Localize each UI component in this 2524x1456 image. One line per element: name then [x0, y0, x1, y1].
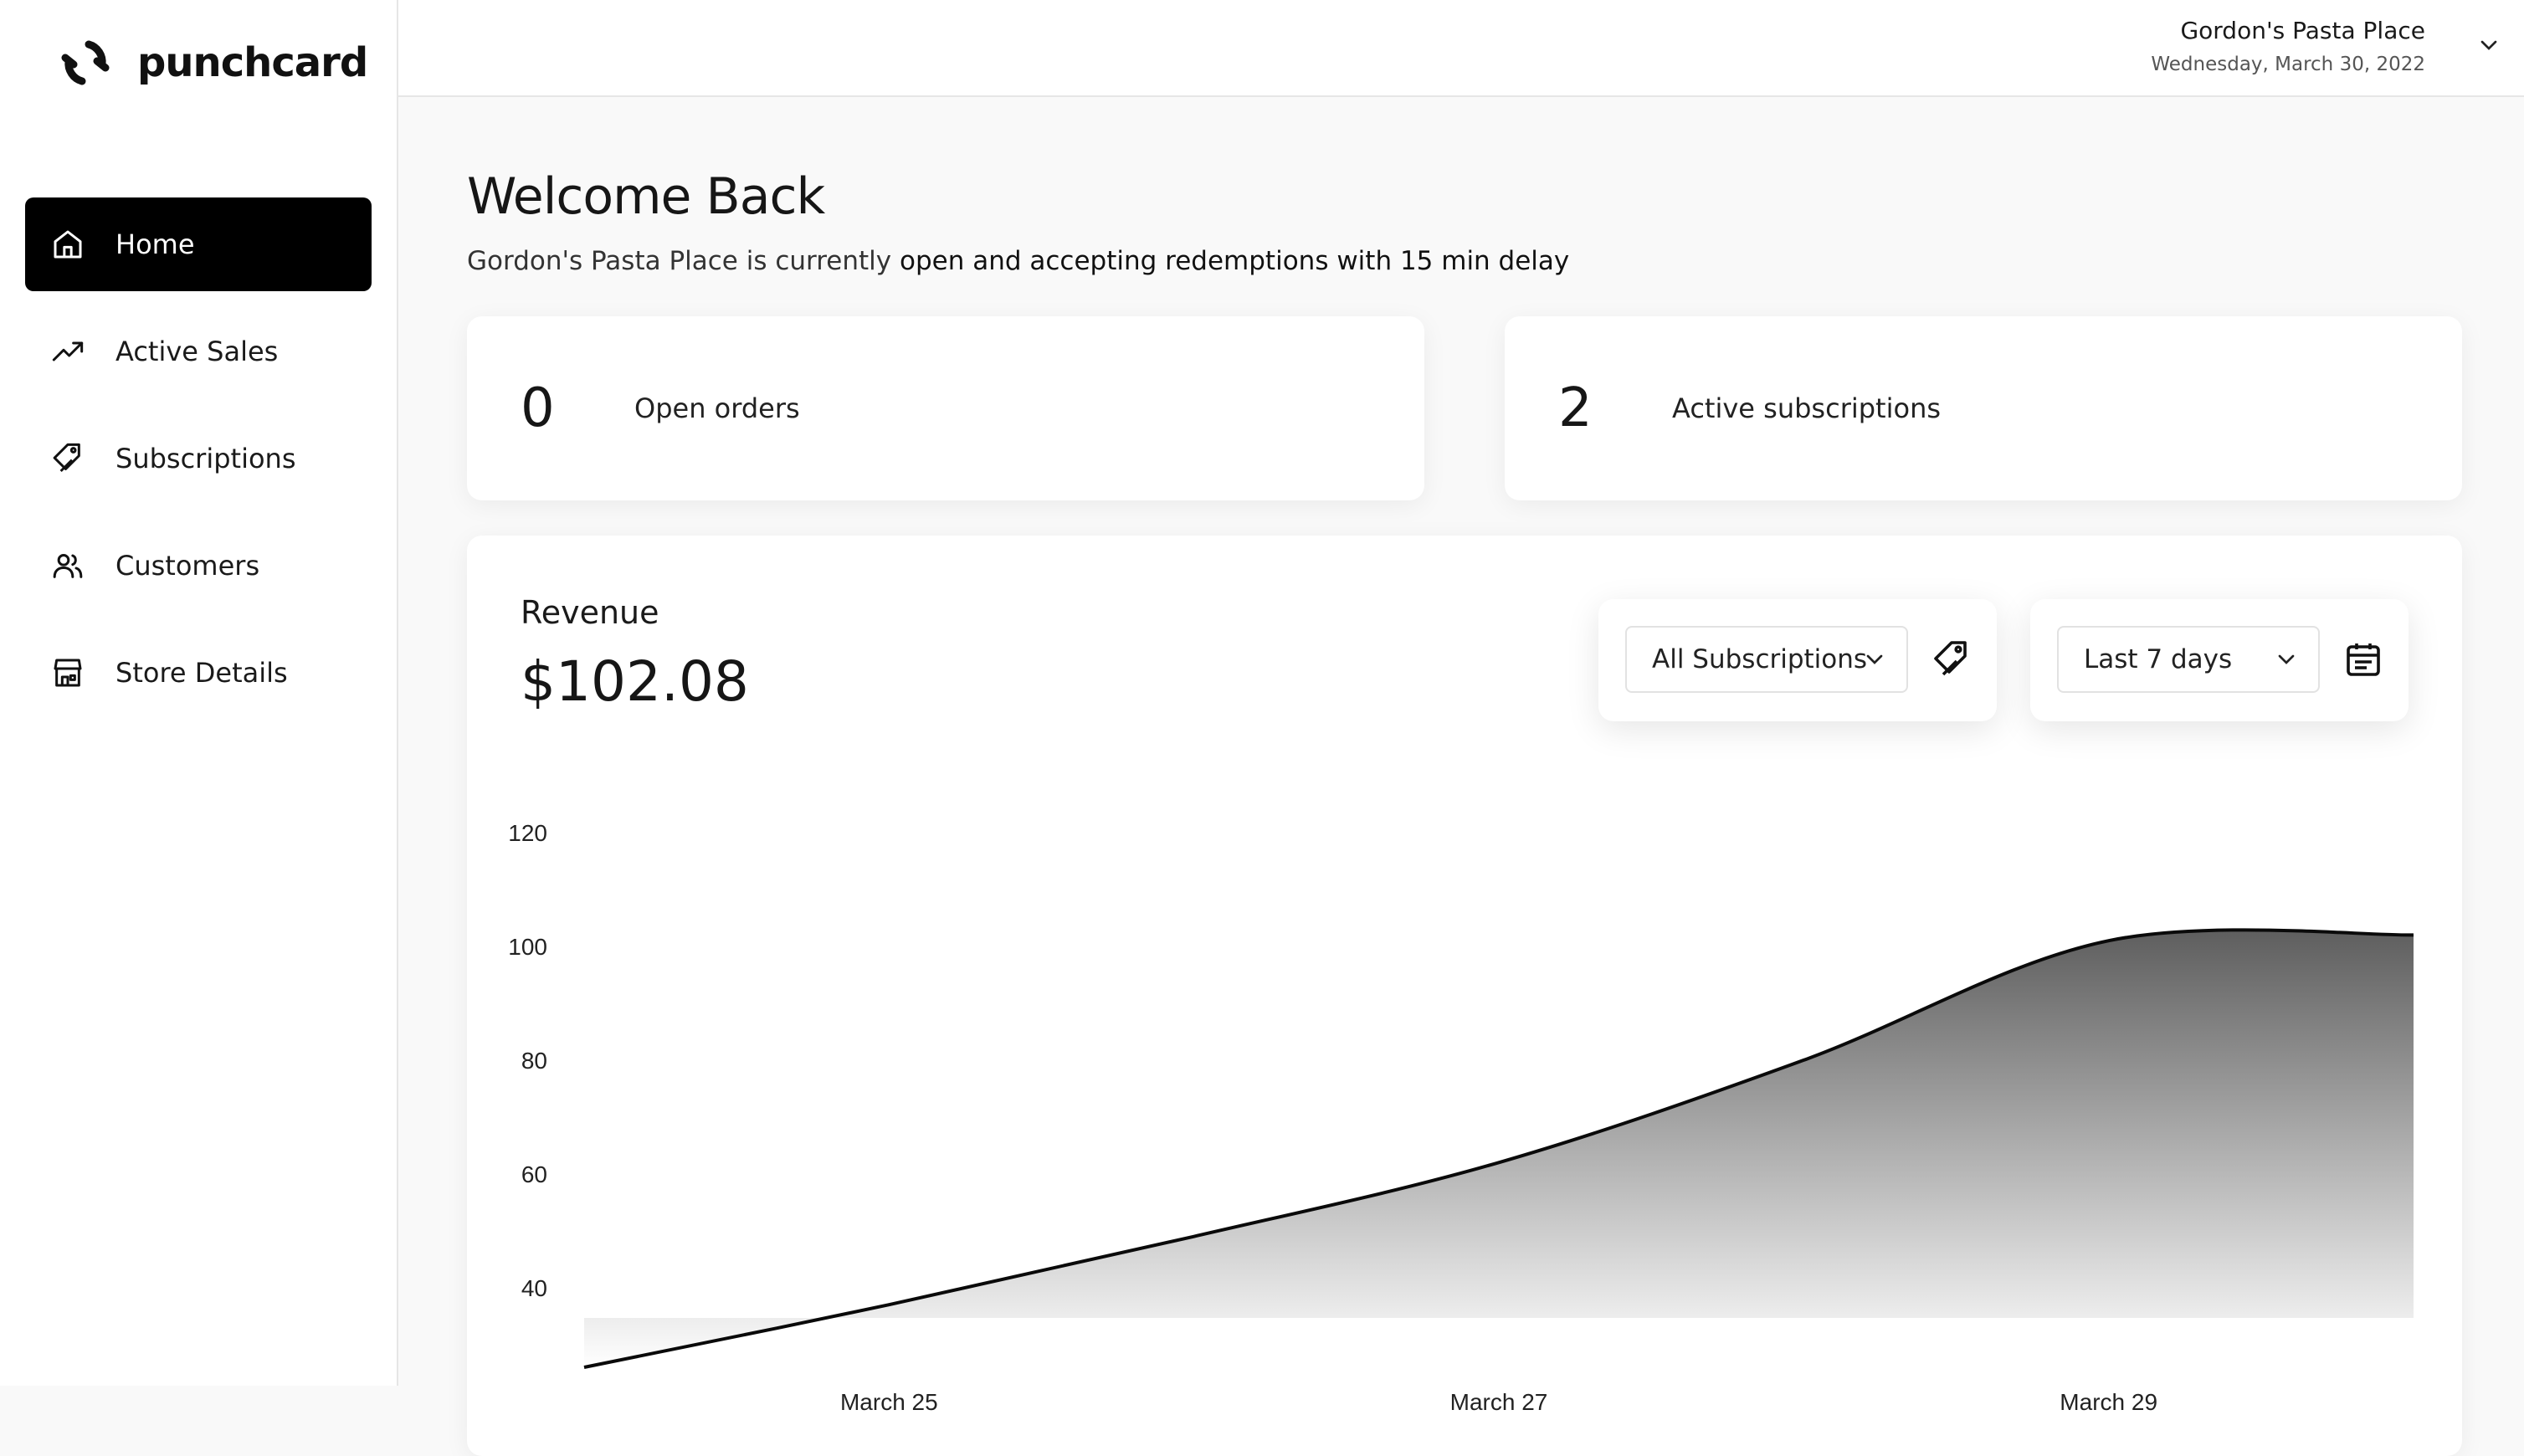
sidebar-nav: Home Active Sales Subscriptions Customer… — [25, 197, 372, 733]
store-status: Gordon's Pasta Place is currently open a… — [467, 246, 1569, 276]
revenue-amount: $102.08 — [521, 649, 749, 714]
page-title: Welcome Back — [467, 167, 825, 226]
y-tick-label: 100 — [508, 934, 547, 960]
status-prefix: Gordon's Pasta Place is currently — [467, 246, 892, 276]
chevron-down-icon — [2278, 654, 2295, 664]
stat-label: Active subscriptions — [1672, 392, 1942, 424]
date-filter-box: Last 7 days — [2030, 599, 2409, 721]
users-icon — [50, 548, 85, 583]
select-value: Last 7 days — [2084, 644, 2233, 674]
punchcard-logo-icon — [61, 40, 110, 85]
stat-label: Open orders — [634, 392, 800, 424]
sidebar-item-label: Store Details — [115, 657, 288, 689]
status-highlight: open and accepting redemptions with 15 m… — [900, 246, 1570, 276]
active-subscriptions-card[interactable]: 2 Active subscriptions — [1505, 316, 2462, 500]
sidebar-item-label: Customers — [115, 550, 260, 582]
trending-up-icon — [50, 334, 85, 369]
sidebar-item-label: Subscriptions — [115, 443, 296, 474]
home-icon — [50, 227, 85, 262]
app-name: punchcard — [137, 39, 368, 86]
sidebar: punchcard Home Active Sales Subscription… — [0, 0, 398, 1386]
sidebar-item-active-sales[interactable]: Active Sales — [25, 305, 372, 398]
revenue-area — [584, 930, 2414, 1367]
sidebar-item-label: Home — [115, 228, 195, 260]
x-tick-label: March 29 — [2060, 1389, 2157, 1415]
revenue-card: Revenue $102.08 All Subscriptions Last 7… — [467, 536, 2462, 1456]
sidebar-item-store-details[interactable]: Store Details — [25, 626, 372, 720]
date-range-select[interactable]: Last 7 days — [2057, 626, 2320, 693]
y-tick-label: 80 — [521, 1048, 547, 1074]
y-tick-label: 60 — [521, 1161, 547, 1187]
chevron-down-icon[interactable] — [2475, 32, 2502, 59]
y-tick-label: 120 — [508, 820, 547, 846]
tag-icon — [50, 441, 85, 476]
revenue-title: Revenue — [521, 594, 659, 631]
x-axis-ticks: March 25 March 27 March 29 — [840, 1389, 2157, 1415]
top-bar: Gordon's Pasta Place Wednesday, March 30… — [398, 0, 2524, 97]
sidebar-item-subscriptions[interactable]: Subscriptions — [25, 412, 372, 505]
sidebar-item-customers[interactable]: Customers — [25, 519, 372, 613]
select-value: All Subscriptions — [1652, 644, 1868, 674]
revenue-chart: 40 60 80 100 120 March 25 March 27 March 29 — [508, 820, 2414, 1415]
stat-value: 2 — [1558, 377, 1593, 439]
chevron-down-icon — [1866, 654, 1883, 664]
x-tick-label: March 27 — [1450, 1389, 1548, 1415]
app-logo[interactable]: punchcard — [49, 25, 368, 100]
calendar-icon[interactable] — [2343, 639, 2383, 679]
stat-value: 0 — [521, 377, 555, 439]
y-axis-ticks: 40 60 80 100 120 — [508, 820, 547, 1301]
store-name[interactable]: Gordon's Pasta Place — [2180, 17, 2425, 44]
subscription-filter-box: All Subscriptions — [1598, 599, 1997, 721]
sidebar-item-home[interactable]: Home — [25, 197, 372, 291]
sidebar-item-label: Active Sales — [115, 336, 279, 367]
store-icon — [50, 655, 85, 690]
subscription-filter-select[interactable]: All Subscriptions — [1625, 626, 1908, 693]
open-orders-card[interactable]: 0 Open orders — [467, 316, 1424, 500]
x-tick-label: March 25 — [840, 1389, 938, 1415]
y-tick-label: 40 — [521, 1275, 547, 1301]
tag-icon[interactable] — [1931, 639, 1972, 679]
current-date: Wednesday, March 30, 2022 — [2151, 54, 2425, 75]
